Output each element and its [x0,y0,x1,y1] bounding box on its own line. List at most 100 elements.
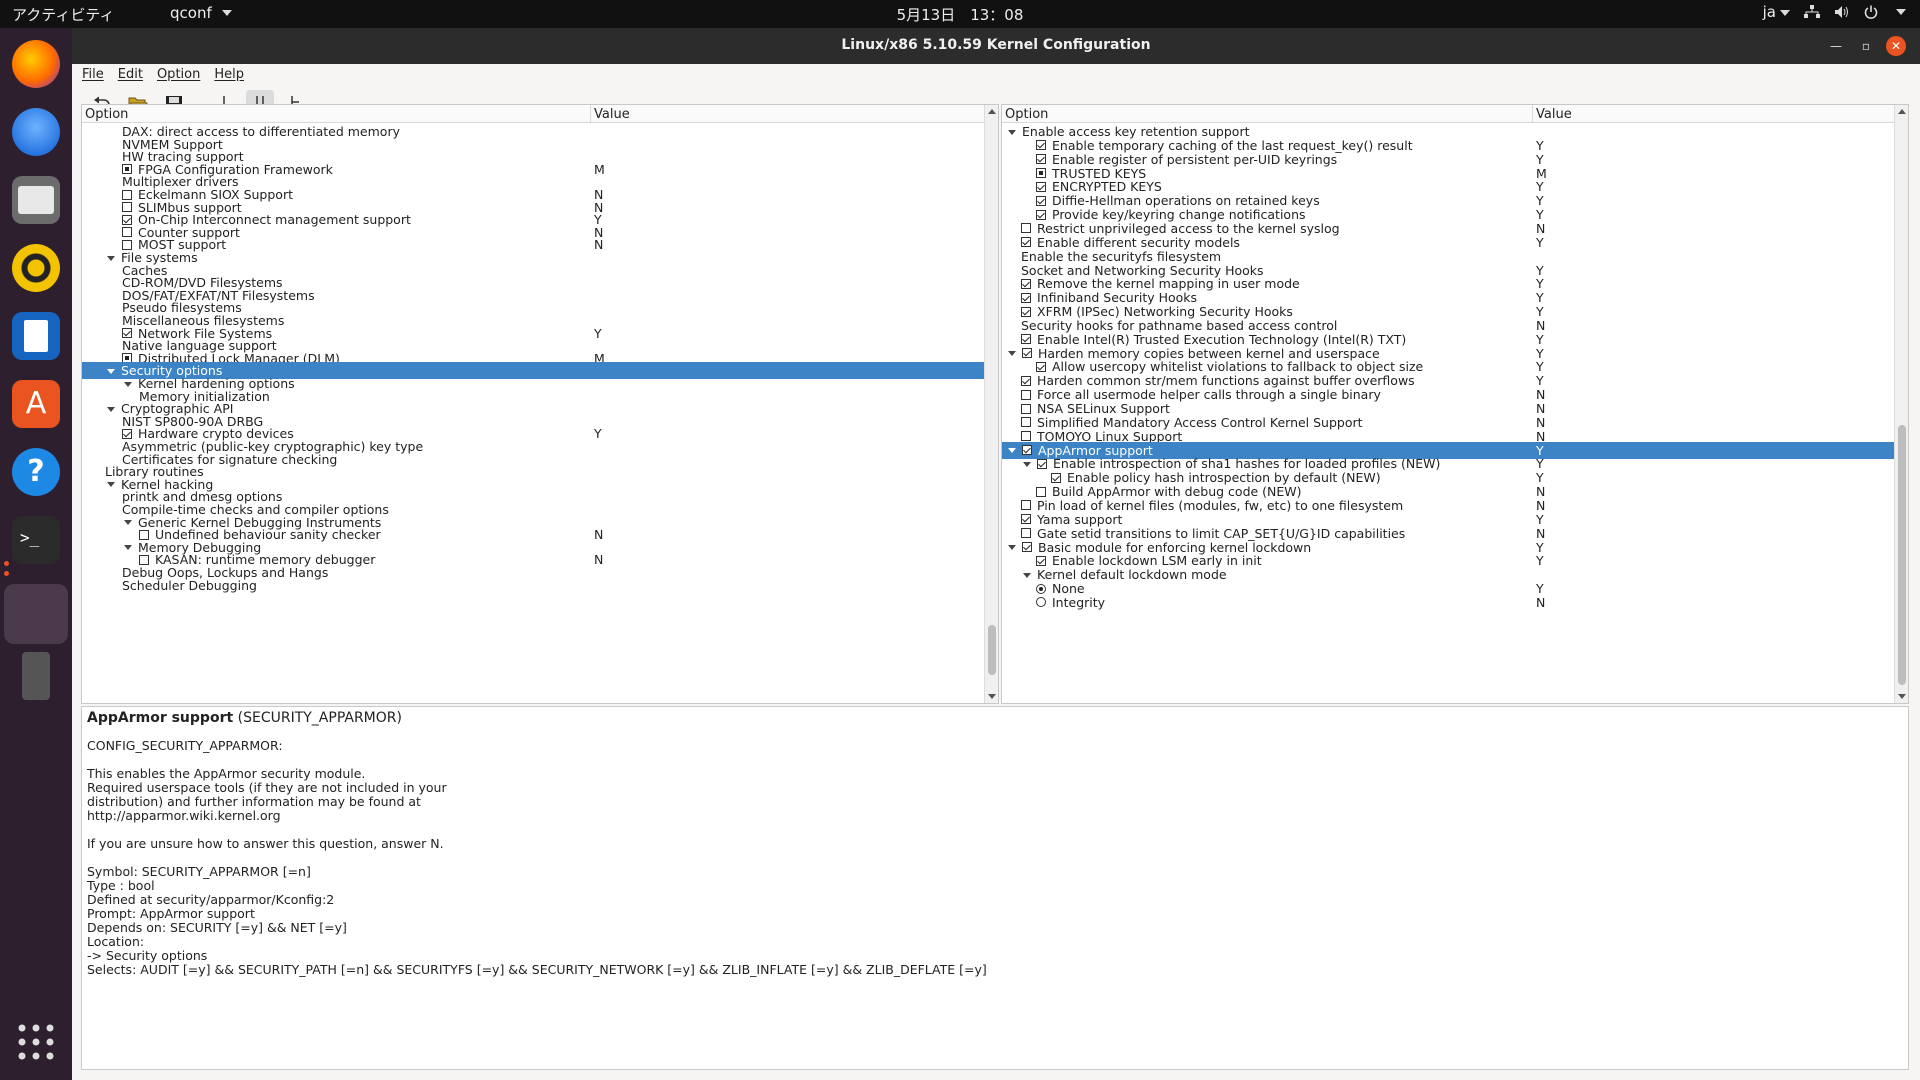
column-value[interactable]: Value [594,107,630,122]
radio-button[interactable] [1036,597,1046,608]
help-line: Depends on: SECURITY [=y] && NET [=y] [87,920,347,935]
dock: A ? >_ [0,28,72,1080]
column-option[interactable]: Option [1005,107,1048,122]
checkbox[interactable] [1022,348,1032,359]
menu-file[interactable]: File [82,67,104,82]
help-icon[interactable]: ? [12,448,60,496]
system-tray[interactable]: ja [1763,3,1906,21]
show-apps-icon[interactable] [12,1018,60,1066]
checkbox[interactable] [1021,306,1031,317]
thunderbird-icon[interactable] [12,108,60,156]
power-icon[interactable] [1864,5,1878,19]
maximize-button[interactable]: ▫ [1856,36,1876,56]
checkbox[interactable] [1036,181,1046,192]
help-line [87,725,1903,739]
checkbox[interactable] [1022,542,1032,552]
scroll-up-arrow[interactable] [1898,109,1906,114]
tree-row-option: Scheduler Debugging [122,578,257,593]
tree-row[interactable]: Scheduler Debugging [82,577,984,594]
files-icon[interactable] [12,176,60,224]
scrollbar[interactable] [1894,105,1908,703]
activities-button[interactable]: アクティビティ [12,4,114,25]
help-line: Defined at security/apparmor/Kconfig:2 [87,892,335,907]
checkbox[interactable] [1021,334,1031,345]
minimize-button[interactable]: — [1826,36,1846,56]
app-menu[interactable]: qconf [170,4,232,22]
checkbox[interactable] [1021,528,1031,539]
checkbox[interactable] [1021,500,1031,511]
checkbox[interactable] [1021,223,1031,234]
menu-option[interactable]: Option [157,67,200,82]
scrollbar-thumb[interactable] [988,625,996,675]
checkbox[interactable] [1036,168,1046,179]
firefox-icon[interactable] [12,40,60,88]
running-indicator [4,561,9,566]
column-divider[interactable] [590,105,591,123]
title-bar[interactable]: Linux/x86 5.10.59 Kernel Configuration —… [72,28,1920,64]
config-list-pane[interactable]: Option Value Enable access key retention… [1001,104,1909,704]
rhythmbox-icon[interactable] [12,244,60,292]
usb-drive-icon[interactable] [22,652,50,700]
checkbox[interactable] [1021,403,1031,414]
scrollbar-thumb[interactable] [1898,425,1906,685]
software-icon[interactable]: A [12,380,60,428]
close-button[interactable]: ✕ [1886,36,1906,56]
column-value[interactable]: Value [1536,107,1572,122]
qconf-dock-icon[interactable] [4,584,68,644]
top-bar: アクティビティ qconf 5月13日 13：08 ja [0,0,1920,28]
writer-icon[interactable] [12,312,60,360]
help-text-pane[interactable]: AppArmor support (SECURITY_APPARMOR) CON… [81,706,1909,1070]
network-icon[interactable] [1804,5,1820,19]
checkbox[interactable] [1022,445,1032,456]
menu-tree[interactable]: DAX: direct access to differentiated mem… [82,123,984,703]
checkbox[interactable] [1021,514,1031,525]
help-line [87,851,1903,865]
radio-button[interactable] [1036,583,1046,594]
checkbox[interactable] [1036,361,1046,372]
checkbox[interactable] [1036,486,1046,497]
terminal-icon[interactable]: >_ [12,516,60,564]
volume-icon[interactable] [1834,5,1850,19]
expand-arrow-icon[interactable] [1006,444,1018,456]
clock[interactable]: 5月13日 13：08 [0,4,1920,25]
app-menu-label: qconf [170,4,212,22]
menu-tree-pane[interactable]: Option Value DAX: direct access to diffe… [81,104,999,704]
column-option[interactable]: Option [85,107,128,122]
checkbox[interactable] [1021,389,1031,400]
checkbox[interactable] [1036,209,1046,220]
help-line: If you are unsure how to answer this que… [87,836,444,851]
checkbox[interactable] [1036,195,1046,206]
scroll-up-arrow[interactable] [988,109,996,114]
checkbox[interactable] [1021,237,1031,248]
expand-arrow-icon[interactable] [1021,458,1033,470]
expand-arrow-icon[interactable] [1006,541,1018,553]
checkbox[interactable] [1036,154,1046,165]
checkbox[interactable] [1021,431,1031,442]
scrollbar[interactable] [984,105,998,703]
checkbox[interactable] [1036,555,1046,566]
menu-help[interactable]: Help [214,67,244,82]
column-divider[interactable] [1532,105,1533,123]
help-line: CONFIG_SECURITY_APPARMOR: [87,738,283,753]
expand-arrow-icon[interactable] [1021,569,1033,581]
checkbox[interactable] [1021,278,1031,289]
checkbox[interactable] [1021,292,1031,303]
checkbox[interactable] [1021,375,1031,386]
scroll-down-arrow[interactable] [1898,694,1906,699]
window-title: Linux/x86 5.10.59 Kernel Configuration [841,37,1151,53]
config-list[interactable]: Enable access key retention support Enabl… [1002,123,1894,703]
help-line: Required userspace tools (if they are no… [87,780,447,795]
checkbox[interactable] [1051,472,1061,483]
expand-arrow-icon[interactable] [1006,126,1018,138]
checkbox[interactable] [1021,417,1031,428]
checkbox[interactable] [1036,140,1046,151]
tree-row[interactable]: Integrity N [1002,594,1894,611]
scroll-down-arrow[interactable] [988,694,996,699]
checkbox[interactable] [1037,458,1047,469]
running-indicator [4,571,9,576]
menu-edit[interactable]: Edit [118,67,143,82]
expand-arrow-icon[interactable] [1006,347,1018,359]
input-method[interactable]: ja [1763,3,1790,21]
chevron-down-icon [1780,9,1790,16]
chevron-down-icon[interactable] [1896,9,1906,15]
